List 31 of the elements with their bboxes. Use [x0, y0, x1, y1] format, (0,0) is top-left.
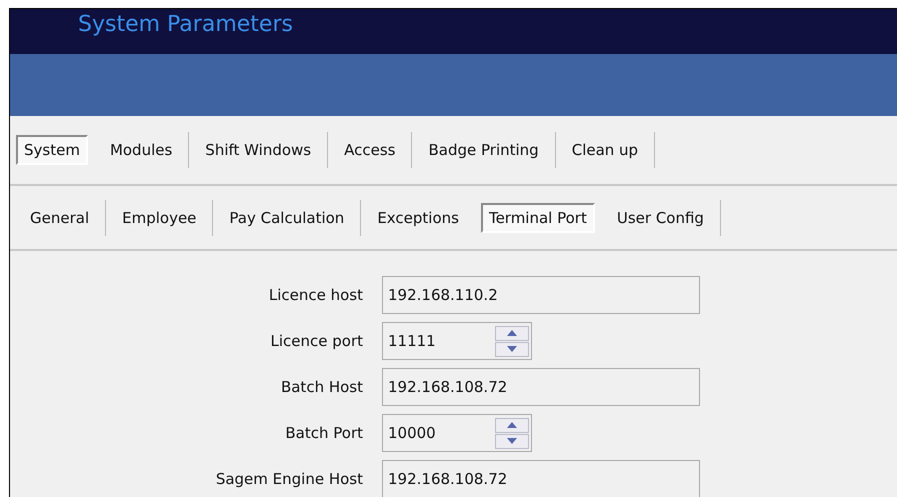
field-label: Batch Host	[280, 378, 363, 396]
tab[interactable]: Clean up	[556, 135, 654, 165]
tab[interactable]: Badge Printing	[412, 135, 555, 165]
tab[interactable]: Shift Windows	[189, 135, 328, 165]
tab[interactable]: Access	[328, 135, 412, 165]
up-arrow-icon	[507, 422, 517, 428]
down-arrow-icon	[507, 346, 517, 352]
field-label: Batch Port	[285, 424, 363, 442]
tab[interactable]: General	[14, 202, 106, 232]
input-field[interactable]: 192.168.108.72	[382, 368, 700, 406]
spin-down-button[interactable]	[495, 434, 529, 448]
tab[interactable]: Modules	[94, 135, 188, 165]
tab[interactable]: Terminal Port	[480, 202, 595, 232]
tab[interactable]: User Config	[600, 202, 720, 232]
window-title: System Parameters	[78, 12, 293, 37]
spin-up-button[interactable]	[495, 418, 529, 432]
up-arrow-icon	[507, 330, 517, 336]
tab[interactable]: Pay Calculation	[213, 202, 360, 232]
tab[interactable]: Employee	[106, 202, 212, 232]
input-field[interactable]: 192.168.108.72	[382, 460, 700, 497]
spin-field[interactable]: 11111	[382, 322, 532, 360]
field-label: Licence port	[270, 332, 363, 350]
spin-down-button[interactable]	[495, 342, 529, 356]
tab[interactable]: Exceptions	[361, 202, 475, 232]
down-arrow-icon	[507, 438, 517, 444]
spin-field[interactable]: 10000	[382, 414, 532, 452]
field-label: Sagem Engine Host	[216, 470, 363, 488]
spin-up-button[interactable]	[495, 326, 529, 340]
input-field[interactable]: 192.168.110.2	[382, 276, 700, 314]
field-label: Licence host	[268, 286, 363, 304]
tab[interactable]: System	[16, 135, 88, 165]
